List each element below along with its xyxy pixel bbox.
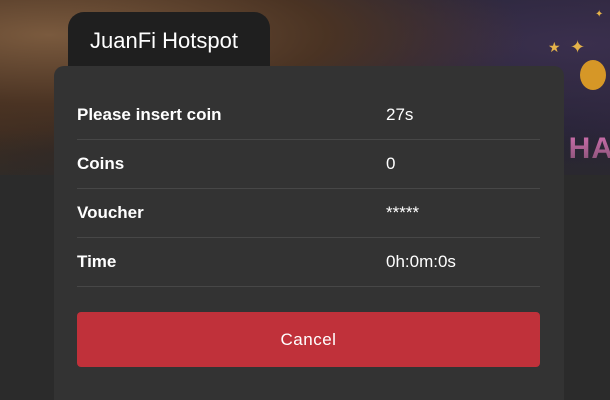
star-icon: ✦ xyxy=(570,37,586,57)
voucher-row: Voucher ***** xyxy=(77,188,540,238)
coins-row: Coins 0 xyxy=(77,139,540,189)
pumpkin-icon xyxy=(580,60,606,90)
star-icon: ✦ xyxy=(595,9,604,20)
time-row: Time 0h:0m:0s xyxy=(77,237,540,287)
star-icon: ★ xyxy=(548,39,561,55)
coins-label: Coins xyxy=(77,154,125,173)
voucher-value: ***** xyxy=(386,203,420,222)
countdown-value: 27s xyxy=(386,105,414,124)
insert-coin-label: Please insert coin xyxy=(77,105,222,124)
coin-status-card: Please insert coin 27s Coins 0 Voucher *… xyxy=(54,66,564,400)
app-title: JuanFi Hotspot xyxy=(90,28,238,53)
time-label: Time xyxy=(77,252,117,271)
time-value: 0h:0m:0s xyxy=(386,252,456,271)
coins-value: 0 xyxy=(386,154,396,173)
cancel-button[interactable]: Cancel xyxy=(77,312,540,367)
voucher-label: Voucher xyxy=(77,203,144,222)
insert-coin-row: Please insert coin 27s xyxy=(77,90,540,140)
